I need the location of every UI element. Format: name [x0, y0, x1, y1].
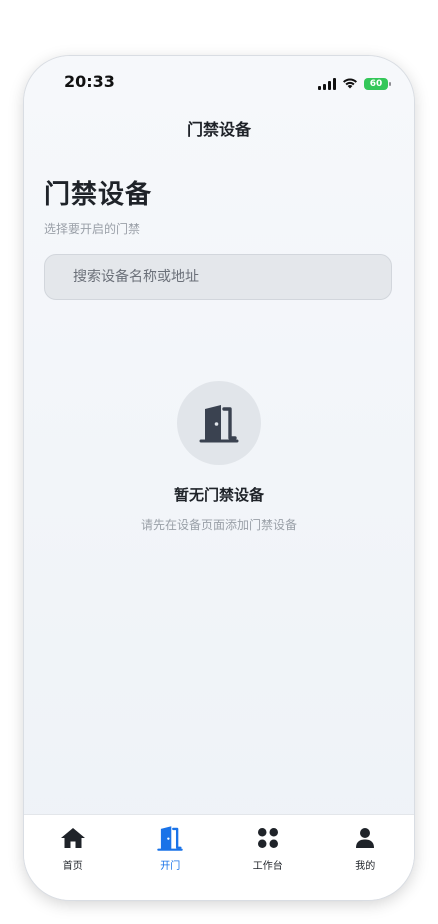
- tab-open-door[interactable]: 开门: [122, 815, 220, 900]
- tab-bar: 首页 开门 工作台 我的: [24, 814, 414, 900]
- tab-home-label: 首页: [62, 861, 83, 872]
- tab-home[interactable]: 首页: [24, 815, 122, 900]
- tab-profile-label: 我的: [355, 861, 376, 872]
- search-box[interactable]: [44, 254, 392, 300]
- door-open-icon: [155, 825, 185, 851]
- tab-open-door-label: 开门: [160, 861, 181, 872]
- wifi-icon: [342, 74, 358, 93]
- home-icon: [60, 825, 86, 851]
- search-input[interactable]: [45, 255, 391, 299]
- status-bar: 20:33 60: [24, 56, 414, 110]
- empty-state-description: 请先在设备页面添加门禁设备: [140, 518, 297, 532]
- nav-title: 门禁设备: [186, 120, 251, 139]
- door-icon: [199, 405, 239, 443]
- page-title: 门禁设备: [44, 180, 153, 210]
- battery-icon: 60: [364, 77, 391, 90]
- tab-profile[interactable]: 我的: [317, 815, 415, 900]
- signal-icon: [318, 77, 336, 90]
- grid-icon: [257, 825, 279, 851]
- status-icons: 60: [318, 74, 391, 93]
- empty-state-title: 暂无门禁设备: [173, 486, 264, 504]
- tab-workbench[interactable]: 工作台: [219, 815, 317, 900]
- page-subtitle: 选择要开启的门禁: [44, 222, 141, 236]
- tab-workbench-label: 工作台: [252, 861, 283, 872]
- user-icon: [355, 825, 375, 851]
- empty-state-icon-container: [177, 381, 261, 465]
- status-time: 20:33: [64, 72, 115, 91]
- phone-frame: 20:33 60 门禁设备 门禁设备 选择要开启的门禁 搜索设备名称或地址 暂无…: [24, 56, 414, 900]
